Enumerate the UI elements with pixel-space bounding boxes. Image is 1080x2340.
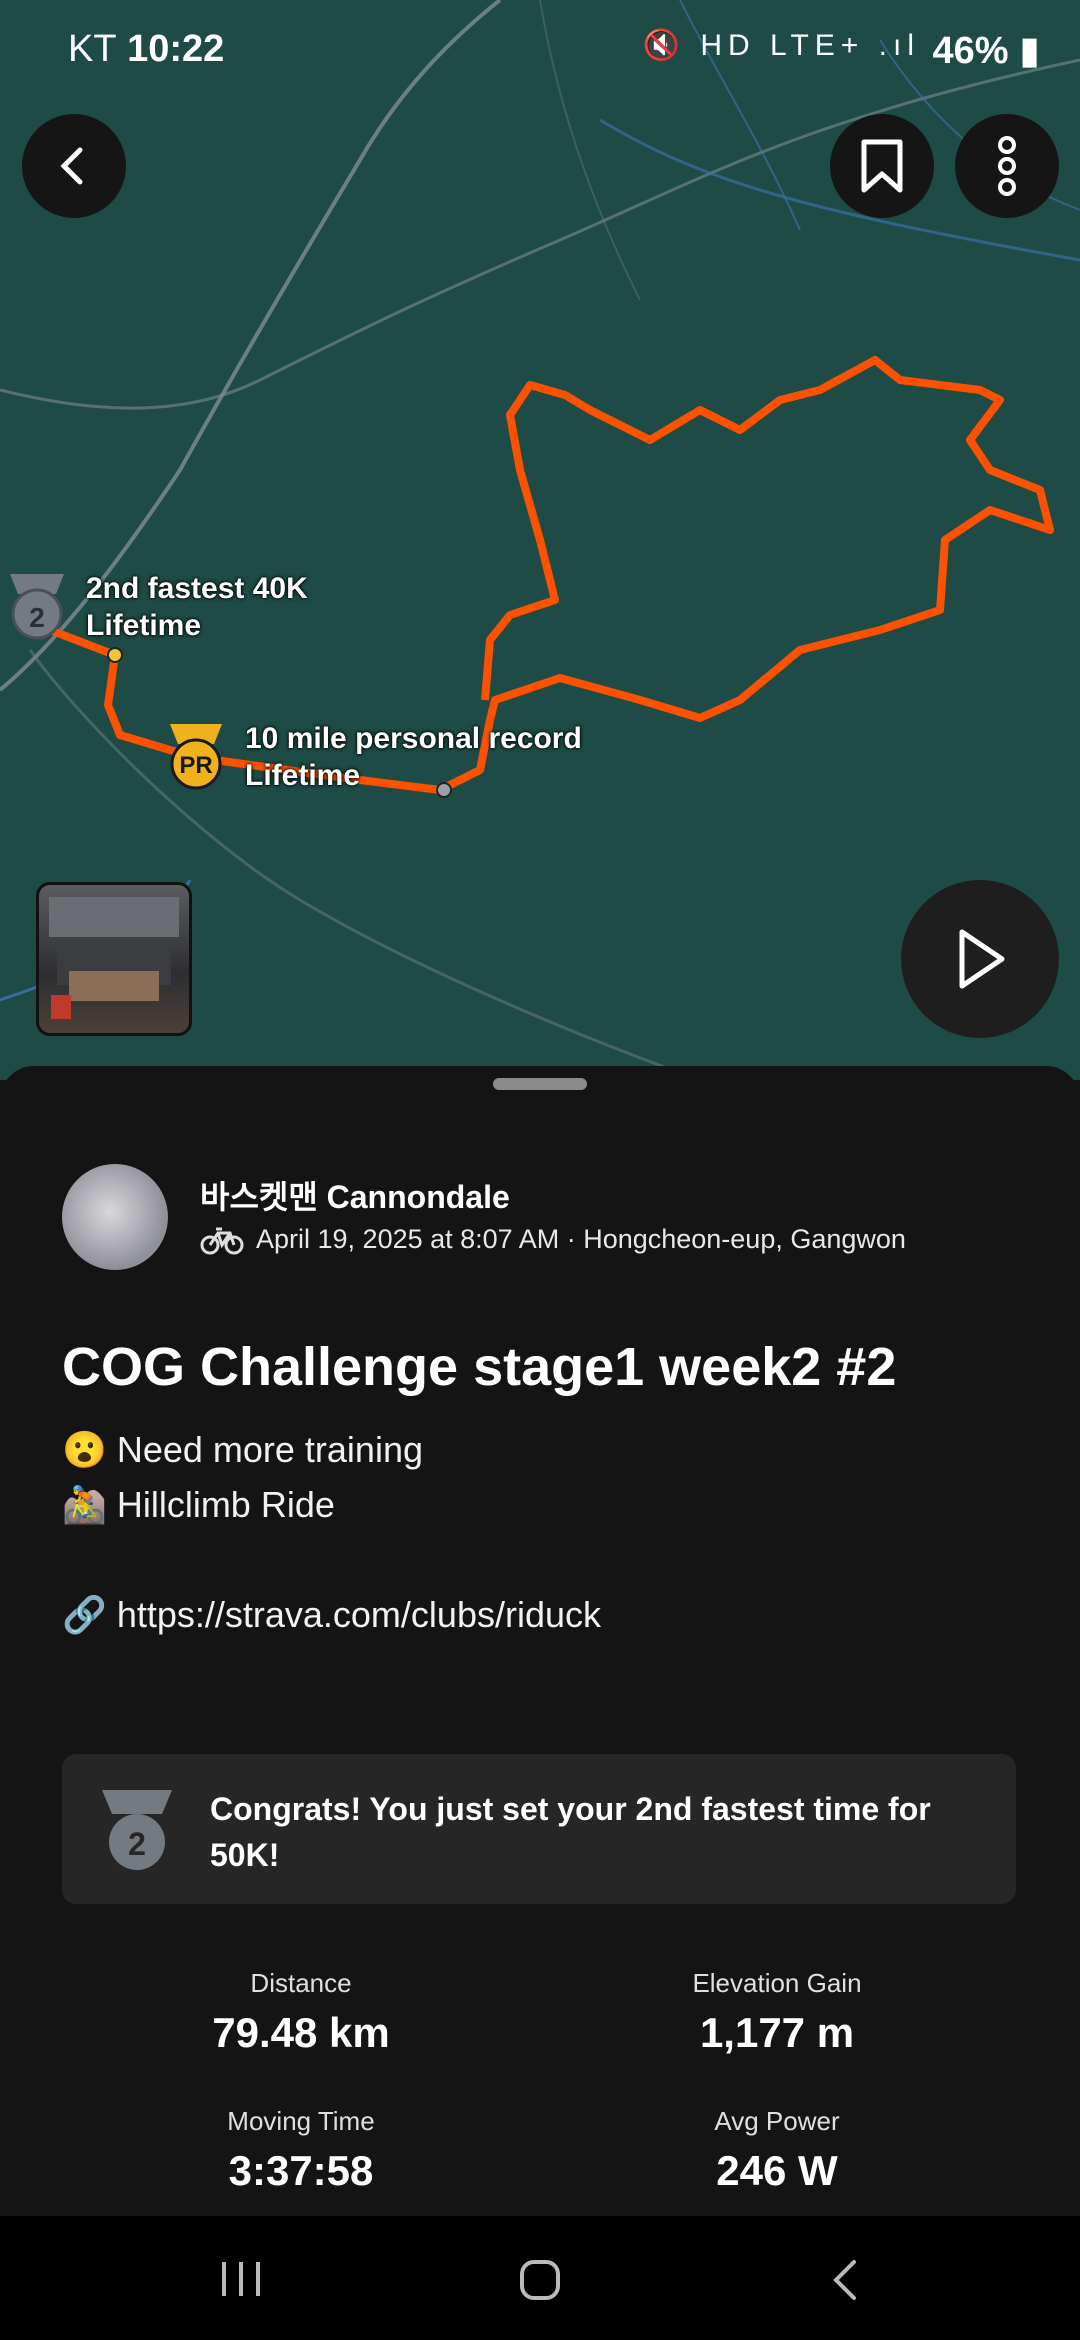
medal-rank: 2: [128, 1826, 146, 1862]
pr-label: PR: [179, 752, 213, 779]
battery-icon: ▮: [1019, 30, 1040, 72]
activity-detail-sheet[interactable]: 바스켓맨 Cannondale April 19, 2025 at 8:07 A…: [0, 1066, 1080, 2216]
stat-avg-power: Avg Power 246 W: [577, 2106, 977, 2195]
stat-label: Elevation Gain: [692, 1968, 862, 1998]
description-line: 🚵 Hillclimb Ride: [62, 1484, 335, 1525]
activity-description: 😮 Need more training 🚵 Hillclimb Ride 🔗 …: [62, 1422, 601, 1642]
achievement-banner-text: Congrats! You just set your 2nd fastest …: [210, 1791, 931, 1873]
achievement-title: 2nd fastest 40K: [86, 572, 308, 605]
status-icons: 🔇 HD LTE+ .ıl: [642, 29, 920, 62]
medal-icon-wrap: 2: [96, 1786, 178, 1874]
achievement-scope: Lifetime: [245, 759, 361, 792]
medal-badge-marker[interactable]: 2: [4, 570, 70, 642]
stat-label: Avg Power: [714, 2106, 840, 2136]
stat-value: 1,177 m: [699, 2009, 855, 2056]
sheet-drag-handle[interactable]: [493, 1078, 587, 1090]
system-navigation-bar: [0, 2216, 1080, 2340]
more-vertical-icon: [998, 136, 1016, 196]
avatar[interactable]: [62, 1164, 168, 1270]
stat-elevation-gain: Elevation Gain 1,177 m: [577, 1968, 977, 2057]
photo-image: [49, 897, 179, 1019]
achievement-scope: Lifetime: [86, 609, 202, 642]
bookmark-button[interactable]: [830, 114, 934, 218]
home-icon[interactable]: [518, 2258, 562, 2302]
route-map[interactable]: KT 10:22 🔇 HD LTE+ .ıl 46% ▮ 2 2nd faste…: [0, 0, 1080, 1080]
stat-moving-time: Moving Time 3:37:58: [101, 2106, 501, 2195]
back-nav-icon[interactable]: [830, 2258, 860, 2302]
pr-badge-marker[interactable]: PR: [164, 720, 228, 792]
bookmark-icon: [861, 139, 903, 193]
activity-datetime-location: April 19, 2025 at 8:07 AM · Hongcheon-eu…: [256, 1224, 906, 1254]
achievement-title: 10 mile personal record: [245, 722, 582, 755]
achievement-label-10mile: 10 mile personal record Lifetime: [245, 720, 582, 794]
back-button[interactable]: [22, 114, 126, 218]
medal-rank: 2: [29, 602, 45, 633]
stat-value: 79.48 km: [212, 2009, 390, 2056]
activity-title: COG Challenge stage1 week2 #2: [62, 1337, 897, 1397]
description-line: [62, 1532, 601, 1587]
stat-value: 246 W: [716, 2147, 838, 2194]
activity-meta: April 19, 2025 at 8:07 AM · Hongcheon-eu…: [200, 1224, 906, 1255]
achievement-label-40k: 2nd fastest 40K Lifetime: [86, 570, 308, 644]
clock: KT 10:22: [68, 28, 225, 70]
stat-distance: Distance 79.48 km: [101, 1968, 501, 2057]
athlete-name[interactable]: 바스켓맨 Cannondale: [200, 1172, 510, 1218]
recent-apps-icon[interactable]: [218, 2258, 264, 2300]
stat-label: Distance: [250, 1968, 352, 1998]
play-flyover-button[interactable]: [901, 880, 1059, 1038]
more-options-button[interactable]: [955, 114, 1059, 218]
bike-icon: [200, 1227, 244, 1254]
description-line: 😮 Need more training: [62, 1429, 423, 1470]
status-bar: KT 10:22 🔇 HD LTE+ .ıl 46% ▮: [0, 28, 1080, 78]
battery-indicator: 46% ▮: [932, 30, 1040, 72]
stat-value: 3:37:58: [228, 2147, 374, 2194]
activity-photo-thumbnail[interactable]: [36, 882, 192, 1036]
description-link[interactable]: 🔗 https://strava.com/clubs/riduck: [62, 1587, 601, 1642]
play-icon: [959, 929, 1005, 989]
chevron-left-icon: [60, 147, 83, 185]
stat-label: Moving Time: [227, 2106, 375, 2136]
achievement-banner[interactable]: 2 Congrats! You just set your 2nd fastes…: [62, 1754, 1016, 1904]
